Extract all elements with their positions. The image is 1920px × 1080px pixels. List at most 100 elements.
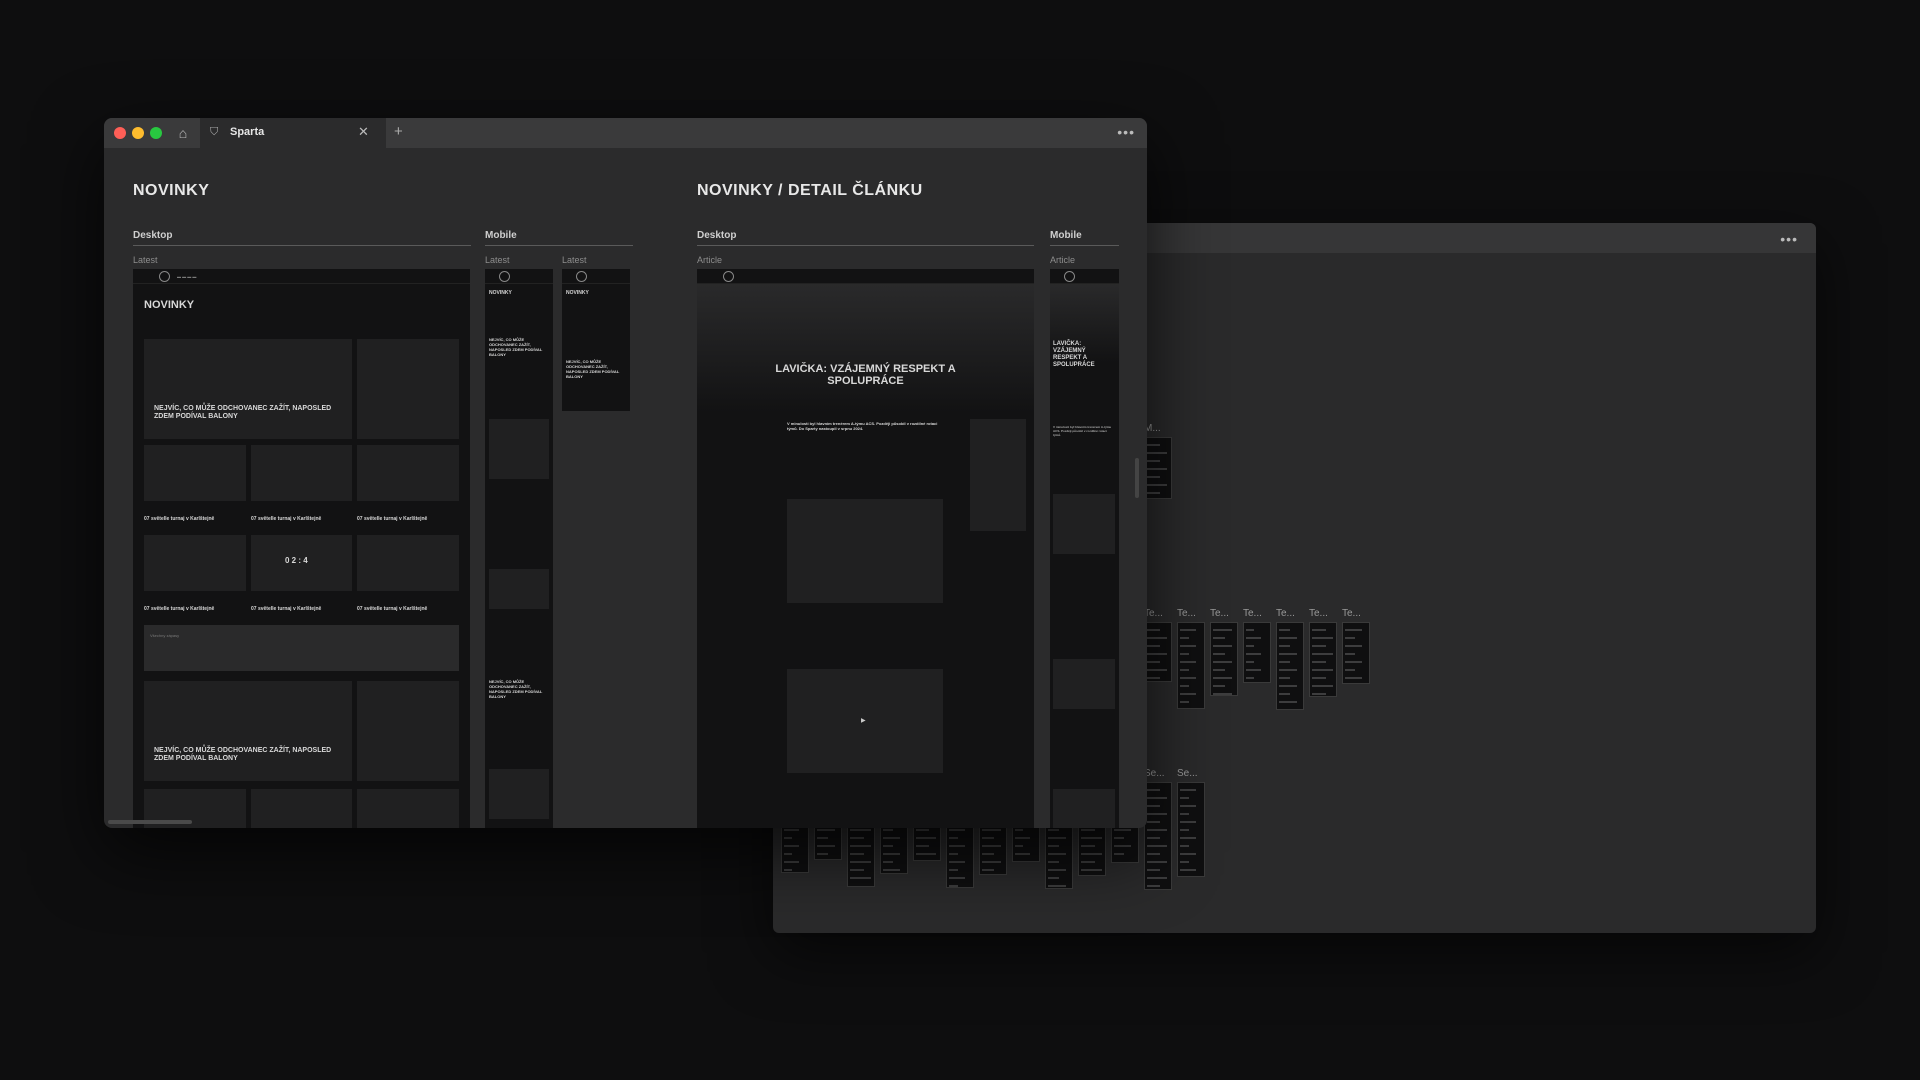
news-card[interactable]	[357, 535, 459, 591]
headline: NEJVÍC, CO MŮŽE ODCHOVANEC ZAŽÍT, NAPOSL…	[489, 679, 543, 699]
sparta-logo-icon	[576, 271, 587, 282]
headline: NEJVÍC, CO MŮŽE ODCHOVANEC ZAŽÍT, NAPOSL…	[566, 359, 620, 379]
card-title: 07 světelle turnaj v Karlštejně	[251, 516, 322, 522]
frame-desktop-latest[interactable]: ▬ ▬ ▬ ▬ NOVINKY NEJVÍC, CO MŮŽE ODCHOVAN…	[133, 269, 470, 828]
match-card[interactable]	[489, 569, 549, 609]
news-card[interactable]	[251, 445, 352, 501]
site-nav	[1050, 269, 1119, 284]
frame-thumbnail-preview	[1144, 437, 1172, 499]
sparta-logo-icon	[159, 271, 170, 282]
browser-window: ⌂ ⛉ Sparta ✕ + ••• NOVINKY Desktop Mobil…	[104, 118, 1147, 828]
hero-card[interactable]: NEJVÍC, CO MŮŽE ODCHOVANEC ZAŽÍT, NAPOSL…	[144, 339, 352, 439]
article-lead: V minulosti byl hlavním trenérem A-týmu …	[1053, 425, 1112, 437]
hero-headline: NEJVÍC, CO MŮŽE ODCHOVANEC ZAŽÍT, NAPOSL…	[154, 747, 332, 762]
match-banner[interactable]: Všechny zápasy	[144, 625, 459, 671]
frame-thumbnail-preview	[1144, 622, 1172, 682]
frame-thumbnail-preview	[1144, 782, 1172, 890]
page-heading: NOVINKY	[489, 290, 512, 296]
frame-thumbnail-label: Se...	[1177, 768, 1198, 779]
site-nav	[485, 269, 553, 284]
frame-thumbnail-preview	[1309, 622, 1337, 697]
frame-thumbnail-preview	[1276, 622, 1304, 710]
frame-thumbnail-preview	[1210, 622, 1238, 696]
section-title-novinky: NOVINKY	[133, 182, 210, 199]
tab-title: Sparta	[230, 126, 265, 138]
hero-card[interactable]: NEJVÍC, CO MŮŽE ODCHOVANEC ZAŽÍT, NAPOSL…	[144, 681, 352, 781]
article-video[interactable]: ▶	[787, 669, 943, 773]
news-card[interactable]	[251, 789, 352, 828]
home-icon[interactable]: ⌂	[172, 122, 194, 144]
card-title: 07 světelle turnaj v Karlštejně	[144, 606, 215, 612]
sparta-logo-icon	[1064, 271, 1075, 282]
design-canvas[interactable]: NOVINKY Desktop Mobile Latest Latest Lat…	[104, 148, 1147, 828]
browser-titlebar: ⌂ ⛉ Sparta ✕ + •••	[104, 118, 1147, 148]
section-title-detail: NOVINKY / DETAIL ČLÁNKU	[697, 182, 923, 199]
frame-desktop-article[interactable]: LAVIČKA: VZÁJEMNÝ RESPEKT A SPOLUPRÁCE V…	[697, 269, 1034, 828]
frame-label-article: Article	[697, 255, 723, 265]
frame-label-latest: Latest	[133, 255, 158, 265]
article-video[interactable]	[1053, 789, 1115, 828]
divider	[1050, 245, 1119, 246]
hero-headline: NEJVÍC, CO MŮŽE ODCHOVANEC ZAŽÍT, NAPOSL…	[154, 405, 332, 420]
card-title: 07 světelle turnaj v Karlštejně	[357, 516, 428, 522]
ad-card[interactable]	[357, 339, 459, 439]
back-window-menu-icon[interactable]: •••	[1780, 231, 1798, 247]
divider	[697, 245, 1034, 246]
frame-mobile-latest-menu[interactable]: NOVINKY NEJVÍC, CO MŮŽE ODCHOVANEC ZAŽÍT…	[562, 269, 630, 411]
article-image	[787, 499, 943, 603]
frame-mobile-article[interactable]: LAVIČKA: VZÁJEMNÝ RESPEKT A SPOLUPRÁCE V…	[1050, 269, 1119, 828]
close-window-icon[interactable]	[114, 127, 126, 139]
vertical-scrollbar[interactable]	[1135, 458, 1139, 498]
article-hero	[697, 283, 1034, 413]
article-image	[1053, 659, 1115, 709]
article-headline: LAVIČKA: VZÁJEMNÝ RESPEKT A SPOLUPRÁCE	[775, 363, 956, 387]
figma-file-icon: ⛉	[210, 126, 219, 138]
frame-label-latest: Latest	[562, 255, 587, 265]
page-heading: NOVINKY	[144, 299, 195, 311]
tab-sparta[interactable]: ⛉ Sparta ✕	[200, 118, 386, 148]
frame-label-article: Article	[1050, 255, 1076, 265]
label-mobile: Mobile	[1050, 230, 1082, 241]
label-desktop: Desktop	[697, 230, 737, 241]
maximize-window-icon[interactable]	[150, 127, 162, 139]
news-card[interactable]	[144, 535, 246, 591]
ad-card[interactable]	[489, 419, 549, 479]
frame-thumbnail-preview	[1177, 782, 1205, 877]
page-heading: NOVINKY	[566, 290, 589, 296]
article-image	[1053, 494, 1115, 554]
new-tab-button[interactable]: +	[394, 123, 403, 140]
score: 0 2 : 4	[285, 556, 308, 565]
divider	[485, 245, 633, 246]
ad-card[interactable]	[357, 681, 459, 781]
frame-thumbnail-label: Te...	[1210, 608, 1229, 619]
minimize-window-icon[interactable]	[132, 127, 144, 139]
close-tab-icon[interactable]: ✕	[358, 124, 369, 140]
sidebar-ad[interactable]	[970, 419, 1026, 531]
sparta-logo-icon	[723, 271, 734, 282]
frame-mobile-latest[interactable]: NOVINKY NEJVÍC, CO MŮŽE ODCHOVANEC ZAŽÍT…	[485, 269, 553, 828]
browser-menu-icon[interactable]: •••	[1117, 124, 1135, 140]
frame-thumbnail-label: Te...	[1342, 608, 1361, 619]
label-mobile: Mobile	[485, 230, 517, 241]
label-desktop: Desktop	[133, 230, 173, 241]
news-card[interactable]	[357, 445, 459, 501]
sparta-logo-icon	[499, 271, 510, 282]
horizontal-scrollbar[interactable]	[108, 820, 192, 824]
score-card[interactable]: 0 2 : 4	[251, 535, 352, 591]
matches-label: Všechny zápasy	[150, 633, 180, 638]
frame-thumbnail-preview	[1177, 622, 1205, 709]
news-card[interactable]	[144, 445, 246, 501]
play-icon[interactable]: ▶	[861, 717, 866, 724]
news-card[interactable]	[357, 789, 459, 828]
ad-card[interactable]	[489, 769, 549, 819]
frame-thumbnail-label: Te...	[1276, 608, 1295, 619]
site-nav	[562, 269, 630, 284]
frame-thumbnail-label: Te...	[1309, 608, 1328, 619]
card-title: 07 světelle turnaj v Karlštejně	[357, 606, 428, 612]
site-nav: ▬ ▬ ▬ ▬	[133, 269, 470, 284]
card-title: 07 světelle turnaj v Karlštejně	[251, 606, 322, 612]
article-headline: LAVIČKA: VZÁJEMNÝ RESPEKT A SPOLUPRÁCE	[1053, 341, 1095, 368]
article-lead: V minulosti byl hlavním trenérem A-týmu …	[787, 421, 938, 431]
frame-label-latest: Latest	[485, 255, 510, 265]
frame-thumbnail-preview	[1342, 622, 1370, 684]
